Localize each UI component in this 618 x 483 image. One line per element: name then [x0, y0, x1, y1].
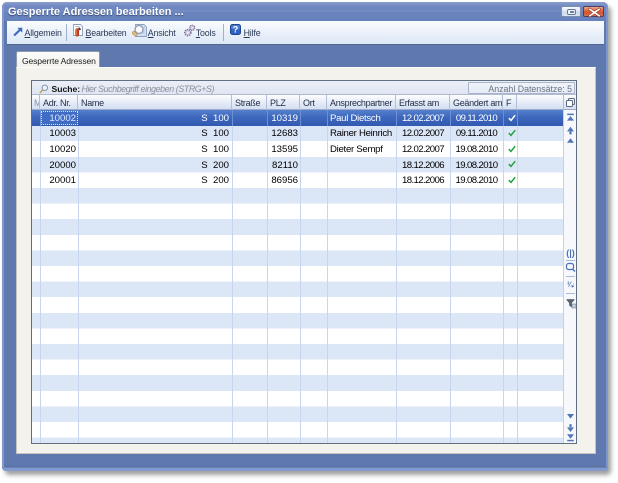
svg-text:?: ?: [232, 24, 238, 34]
